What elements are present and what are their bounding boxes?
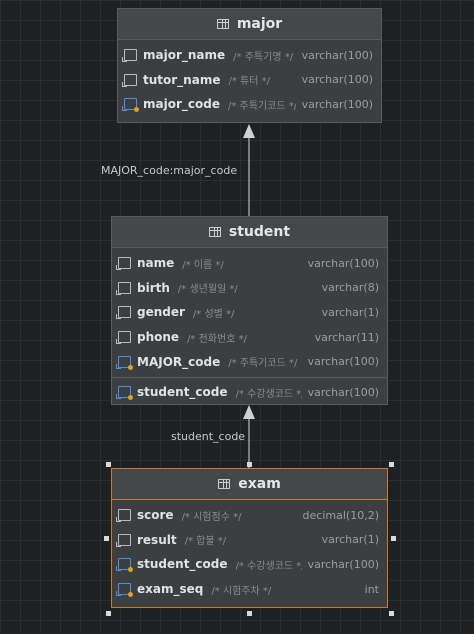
column-comment: /* 수강생코드 */ xyxy=(235,388,302,400)
column-comment: /* 생년월일 */ xyxy=(177,284,238,296)
column-name: major_name xyxy=(143,48,226,63)
key-column-icon xyxy=(116,386,133,401)
column-icon xyxy=(122,73,137,87)
column-row[interactable]: student_code /* 수강생코드 */ varchar(100) xyxy=(112,552,387,577)
column-row[interactable]: major_name /* 주특기명 */ varchar(100) xyxy=(118,43,381,68)
column-name: phone xyxy=(137,330,180,345)
column-name: birth xyxy=(137,280,170,295)
resize-handle-top-left[interactable] xyxy=(106,462,111,467)
column-name: student_code xyxy=(137,557,228,572)
table-major-header[interactable]: major xyxy=(118,9,381,40)
column-icon xyxy=(116,331,131,345)
column-comment: /* 시험주차 */ xyxy=(211,585,272,597)
column-name: result xyxy=(137,532,177,547)
column-type: varchar(100) xyxy=(301,48,373,62)
column-type: varchar(100) xyxy=(307,557,379,571)
column-name: student_code xyxy=(137,385,228,400)
table-icon xyxy=(216,19,229,29)
relation-label-student-code: student_code xyxy=(171,430,246,443)
column-name: MAJOR_code xyxy=(137,354,221,369)
column-comment: /* 합불 */ xyxy=(184,536,227,548)
table-major[interactable]: major major_name /* 주특기명 */ varchar(100)… xyxy=(117,8,382,123)
column-name: name xyxy=(137,256,175,271)
column-icon xyxy=(116,509,131,523)
resize-handle-bottom[interactable] xyxy=(247,611,252,616)
column-comment: /* 주특기코드 */ xyxy=(228,358,298,370)
column-row[interactable]: result /* 합불 */ varchar(1) xyxy=(112,528,387,553)
table-exam-header[interactable]: exam xyxy=(112,469,387,500)
column-type: varchar(1) xyxy=(321,533,379,547)
column-row[interactable]: exam_seq /* 시험주차 */ int xyxy=(112,577,387,602)
column-icon xyxy=(122,49,137,63)
column-row[interactable]: name /* 이름 */ varchar(100) xyxy=(112,251,387,276)
column-comment: /* 이름 */ xyxy=(182,259,224,271)
column-comment: /* 전화번호 */ xyxy=(187,333,247,345)
table-student-header[interactable]: student xyxy=(112,217,387,248)
column-name: exam_seq xyxy=(137,582,204,597)
column-comment: /* 수강생코드 */ xyxy=(235,560,302,572)
column-type: varchar(1) xyxy=(321,305,379,319)
column-type: varchar(8) xyxy=(321,281,379,295)
column-comment: /* 튜터 */ xyxy=(228,76,270,88)
column-name: tutor_name xyxy=(143,72,221,87)
column-type: varchar(100) xyxy=(307,385,379,399)
column-icon xyxy=(116,257,131,271)
table-student-title: student xyxy=(228,224,291,240)
key-column-icon xyxy=(122,98,139,113)
column-type: varchar(11) xyxy=(314,330,379,344)
table-icon xyxy=(218,479,231,489)
column-type: varchar(100) xyxy=(301,73,373,87)
table-icon xyxy=(208,227,221,237)
column-icon xyxy=(116,306,131,320)
column-name: gender xyxy=(137,305,185,320)
column-row[interactable]: MAJOR_code /* 주특기코드 */ varchar(100) xyxy=(112,349,387,374)
table-major-title: major xyxy=(236,16,283,32)
column-name: score xyxy=(137,508,174,523)
key-column-icon xyxy=(116,583,133,598)
column-type: decimal(10,2) xyxy=(302,508,379,522)
column-type: varchar(100) xyxy=(307,355,379,369)
column-row[interactable]: birth /* 생년월일 */ varchar(8) xyxy=(112,276,387,301)
column-row[interactable]: score /* 시험점수 */ decimal(10,2) xyxy=(112,503,387,528)
foreign-key-column-icon xyxy=(116,355,133,370)
resize-handle-bottom-right[interactable] xyxy=(389,611,394,616)
column-name: major_code xyxy=(143,97,220,112)
column-row[interactable]: gender /* 성별 */ varchar(1) xyxy=(112,300,387,325)
relation-arrow-major xyxy=(243,124,255,138)
table-exam[interactable]: exam score /* 시험점수 */ decimal(10,2) resu… xyxy=(111,468,388,608)
column-comment: /* 시험점수 */ xyxy=(181,511,242,523)
resize-handle-top[interactable] xyxy=(247,462,252,467)
column-comment: /* 주특기코드 */ xyxy=(227,100,296,112)
column-icon xyxy=(116,281,131,295)
relation-label-major-code: MAJOR_code:major_code xyxy=(101,164,238,177)
column-row[interactable]: major_code /* 주특기코드 */ varchar(100) xyxy=(118,92,381,117)
resize-handle-bottom-left[interactable] xyxy=(106,611,111,616)
column-comment: /* 주특기명 */ xyxy=(233,51,294,63)
resize-handle-left[interactable] xyxy=(104,536,109,541)
column-type: varchar(100) xyxy=(307,256,379,270)
table-exam-title: exam xyxy=(238,476,281,492)
column-comment: /* 성별 */ xyxy=(192,308,235,320)
table-student[interactable]: student name /* 이름 */ varchar(100) birth… xyxy=(111,216,388,405)
diagram-canvas[interactable]: MAJOR_code:major_code student_code major… xyxy=(0,0,474,634)
column-type: varchar(100) xyxy=(301,97,373,111)
column-row[interactable]: phone /* 전화번호 */ varchar(11) xyxy=(112,325,387,350)
resize-handle-right[interactable] xyxy=(391,536,396,541)
foreign-key-column-icon xyxy=(116,558,133,573)
column-row[interactable]: student_code /* 수강생코드 */ varchar(100) xyxy=(112,376,387,405)
column-icon xyxy=(116,533,131,547)
resize-handle-top-right[interactable] xyxy=(389,462,394,467)
column-row[interactable]: tutor_name /* 튜터 */ varchar(100) xyxy=(118,68,381,93)
column-type: int xyxy=(364,582,379,596)
